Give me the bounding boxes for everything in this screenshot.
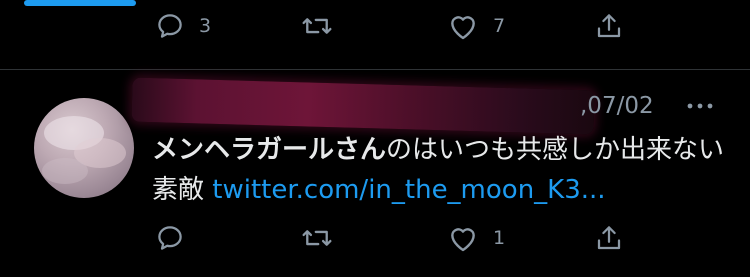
tweet-text: メンヘラガールさんのはいつも共感しか出来ない素敵 twitter.com/in_… bbox=[152, 130, 732, 210]
retweet-icon bbox=[300, 223, 334, 253]
reply-button[interactable] bbox=[155, 218, 199, 258]
share-icon bbox=[594, 11, 624, 41]
like-count: 1 bbox=[493, 227, 506, 249]
reply-button[interactable]: 3 bbox=[155, 6, 211, 46]
tweet-link[interactable]: twitter.com/in_the_moon_K3... bbox=[212, 175, 605, 205]
reply-count: 3 bbox=[199, 15, 212, 37]
like-icon bbox=[447, 11, 479, 41]
retweet-icon bbox=[300, 11, 334, 41]
share-icon bbox=[594, 223, 624, 253]
mentioned-user[interactable]: メンヘラガールさん bbox=[152, 135, 386, 165]
more-icon[interactable] bbox=[682, 96, 722, 116]
share-button[interactable] bbox=[594, 6, 624, 46]
avatar-cloud bbox=[42, 158, 88, 184]
retweet-button[interactable] bbox=[300, 218, 348, 258]
retweet-button[interactable] bbox=[300, 6, 348, 46]
tweet-action-bar: 1 bbox=[0, 218, 750, 258]
like-button[interactable]: 1 bbox=[447, 218, 505, 258]
previous-tweet-action-bar: 3 7 bbox=[0, 6, 750, 46]
like-button[interactable]: 7 bbox=[447, 6, 505, 46]
redacted-username bbox=[131, 77, 595, 135]
avatar[interactable] bbox=[34, 98, 134, 198]
like-count: 7 bbox=[493, 15, 506, 37]
reply-icon bbox=[155, 11, 185, 41]
tweet-date: ,07/02 bbox=[580, 93, 654, 119]
share-button[interactable] bbox=[594, 218, 624, 258]
tweet-divider bbox=[0, 69, 750, 70]
reply-icon bbox=[155, 223, 185, 253]
like-icon bbox=[447, 223, 479, 253]
